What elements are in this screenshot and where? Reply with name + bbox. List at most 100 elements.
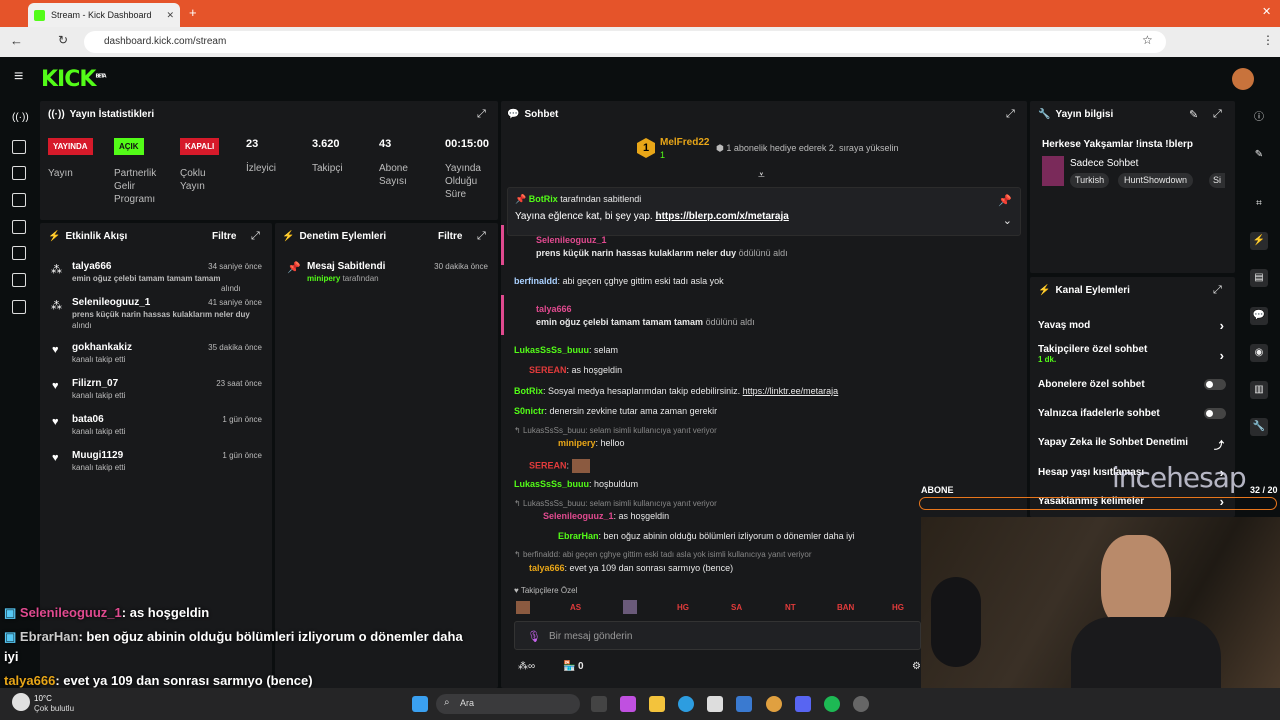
discord-icon[interactable] xyxy=(795,696,811,712)
microphone-icon[interactable]: 🎙 xyxy=(527,630,541,643)
taskbar-search[interactable]: ⌕ Ara xyxy=(436,694,580,714)
task-view-icon[interactable] xyxy=(591,696,607,712)
activity-item[interactable]: ♥ bata06 kanalı takip etti 1 gün önce xyxy=(52,414,264,436)
settings-gear-icon[interactable]: ⚙ xyxy=(912,661,921,672)
store-app-icon[interactable] xyxy=(707,696,723,712)
chat-user[interactable]: EbrarHan xyxy=(558,531,599,541)
chrome-icon[interactable] xyxy=(766,696,782,712)
store-icon[interactable]: 🏪 xyxy=(563,661,575,672)
pinned-message[interactable]: 📌 BotRix tarafından sabitlendi Yayına eğ… xyxy=(507,187,1021,236)
chat-link[interactable]: https://linktr.ee/metaraja xyxy=(743,386,839,396)
chat-user[interactable]: LukasSsSs_buuu xyxy=(514,479,589,489)
analytics-icon[interactable] xyxy=(12,166,26,180)
broadcast-icon[interactable]: ◉ xyxy=(1250,344,1268,362)
emote-image[interactable] xyxy=(516,601,530,614)
link-icon[interactable] xyxy=(12,140,26,154)
activity-item[interactable]: ♥ gokhankakiz kanalı takip etti 35 dakika ö… xyxy=(52,342,264,364)
moderation-filter-button[interactable]: Filtre xyxy=(438,231,462,242)
new-tab-icon[interactable]: + xyxy=(189,5,197,20)
chat-user[interactable]: SEREAN xyxy=(529,460,567,470)
ai-moderation-row[interactable]: Yapay Zeka ile Sohbet Denetimi ⤴ xyxy=(1038,437,1228,452)
bolt-icon[interactable]: ⚡ xyxy=(1250,232,1268,250)
chevron-down-icon[interactable]: ⌄ xyxy=(1003,214,1012,227)
obs-icon[interactable] xyxy=(853,696,869,712)
popout-icon[interactable]: ⤢ xyxy=(251,230,260,243)
notes-icon[interactable]: ▤ xyxy=(1250,269,1268,287)
emote-rewards-icon[interactable]: ⁂∞ xyxy=(518,661,535,672)
emote-only-row[interactable]: Yalnızca ifadelerle sohbet xyxy=(1038,408,1228,419)
reload-icon[interactable]: ↻ xyxy=(58,33,68,47)
wrench-icon[interactable]: 🔧 xyxy=(1250,418,1268,436)
emote-as[interactable]: AS xyxy=(570,603,581,612)
chat-user[interactable]: S0nictr xyxy=(514,406,545,416)
app-icon[interactable] xyxy=(736,696,752,712)
start-icon[interactable] xyxy=(412,696,428,712)
activity-item[interactable]: ⁂ talya666 emin oğuz çelebi tamam tamam ta… xyxy=(51,261,264,283)
activity-item[interactable]: ♥ Muugi1129 kanalı takip etti 1 gün önce xyxy=(52,450,264,472)
wrench-icon[interactable] xyxy=(12,246,26,260)
top-gifter-name[interactable]: MelFred22 xyxy=(660,137,709,148)
popout-icon[interactable]: ⤢ xyxy=(477,230,486,243)
spotify-icon[interactable] xyxy=(824,696,840,712)
broadcast-icon[interactable]: ((·)) xyxy=(12,112,29,126)
users-icon[interactable] xyxy=(12,273,26,287)
back-icon[interactable]: ← xyxy=(10,33,23,48)
info-icon[interactable]: ⓘ xyxy=(1250,109,1268,127)
edge-icon[interactable] xyxy=(678,696,694,712)
moderation-item[interactable]: 📌 Mesaj Sabitlendi minipery tarafından 3… xyxy=(287,261,492,283)
popout-icon[interactable]: ⤢ xyxy=(1213,284,1222,297)
collapse-icon[interactable]: ⩡ xyxy=(758,168,765,183)
weather-icon[interactable] xyxy=(12,693,30,711)
menu-dots-icon[interactable]: ⋮ xyxy=(1262,33,1274,47)
avatar[interactable] xyxy=(1232,68,1254,90)
library-icon[interactable] xyxy=(12,220,26,234)
trophy-icon[interactable] xyxy=(12,193,26,207)
chat-icon[interactable]: 💬 xyxy=(1250,307,1268,325)
emote-hg[interactable]: HG xyxy=(892,603,904,612)
bookmark-star-icon[interactable]: ☆ xyxy=(1142,33,1153,47)
chat-user[interactable]: BotRix xyxy=(514,386,543,396)
activity-item[interactable]: ⁂ Selenileoguuz_1 prens küçük narin hassas… xyxy=(51,297,264,330)
copilot-icon[interactable] xyxy=(620,696,636,712)
url-field[interactable]: dashboard.kick.com/stream xyxy=(84,31,1166,53)
pencil-icon[interactable]: ✎ xyxy=(1250,146,1268,164)
emote-nt[interactable]: NT xyxy=(785,603,796,612)
emote-hg[interactable]: HG xyxy=(677,603,689,612)
browser-tab[interactable]: Stream - Kick Dashboard ✕ xyxy=(28,3,180,27)
close-tab-icon[interactable]: ✕ xyxy=(166,10,174,21)
slow-mode-row[interactable]: Yavaş mod › xyxy=(1038,318,1228,333)
pinned-link[interactable]: https://blerp.com/x/metaraja xyxy=(655,211,788,222)
chat-user[interactable]: SEREAN xyxy=(529,365,567,375)
chat-user[interactable]: talya666 xyxy=(536,304,572,314)
chat-text: Sosyal medya hesaplarımdan takip edebili… xyxy=(548,386,741,396)
chat-user[interactable]: talya666 xyxy=(529,563,565,573)
emote-ban[interactable]: BAN xyxy=(837,603,854,612)
followers-only-row[interactable]: Takipçilere özel sohbet 1 dk. › xyxy=(1038,344,1228,364)
layout-icon[interactable]: ▥ xyxy=(1250,381,1268,399)
chat-user[interactable]: minipery xyxy=(558,438,596,448)
emote-image[interactable] xyxy=(623,600,637,614)
popout-icon[interactable]: ⤢ xyxy=(1006,108,1015,121)
activity-item[interactable]: ♥ Filizrn_07 kanalı takip etti 23 saat önce xyxy=(52,378,264,400)
chat-user[interactable]: Selenileoguuz_1 xyxy=(543,511,614,521)
chat-user[interactable]: LukasSsSs_buuu xyxy=(514,345,589,355)
popout-icon[interactable]: ⤢ xyxy=(1213,108,1222,121)
subscribers-only-row[interactable]: Abonelere özel sohbet xyxy=(1038,379,1228,390)
edit-pencil-icon[interactable]: ✎ xyxy=(1189,108,1198,121)
close-window-icon[interactable]: ✕ xyxy=(1262,5,1271,18)
subscribers-only-toggle[interactable] xyxy=(1204,379,1226,390)
activity-filter-button[interactable]: Filtre xyxy=(212,231,236,242)
pin-action-icon[interactable]: 📌 xyxy=(998,194,1012,207)
category-name[interactable]: Sadece Sohbet xyxy=(1070,158,1138,169)
kick-logo[interactable]: KICKBETA xyxy=(41,67,107,92)
dashboard-icon[interactable] xyxy=(12,300,26,314)
hamburger-icon[interactable]: ≡ xyxy=(14,68,23,86)
file-explorer-icon[interactable] xyxy=(649,696,665,712)
emote-sa[interactable]: SA xyxy=(731,603,742,612)
chat-user[interactable]: berfinaldd xyxy=(514,276,558,286)
focus-icon[interactable]: ⌗ xyxy=(1250,195,1268,213)
popout-icon[interactable]: ⤢ xyxy=(477,108,486,121)
chat-user[interactable]: Selenileoguuz_1 xyxy=(536,235,607,245)
emote-only-toggle[interactable] xyxy=(1204,408,1226,419)
chat-input[interactable]: 🎙 Bir mesaj gönderin xyxy=(514,621,921,650)
